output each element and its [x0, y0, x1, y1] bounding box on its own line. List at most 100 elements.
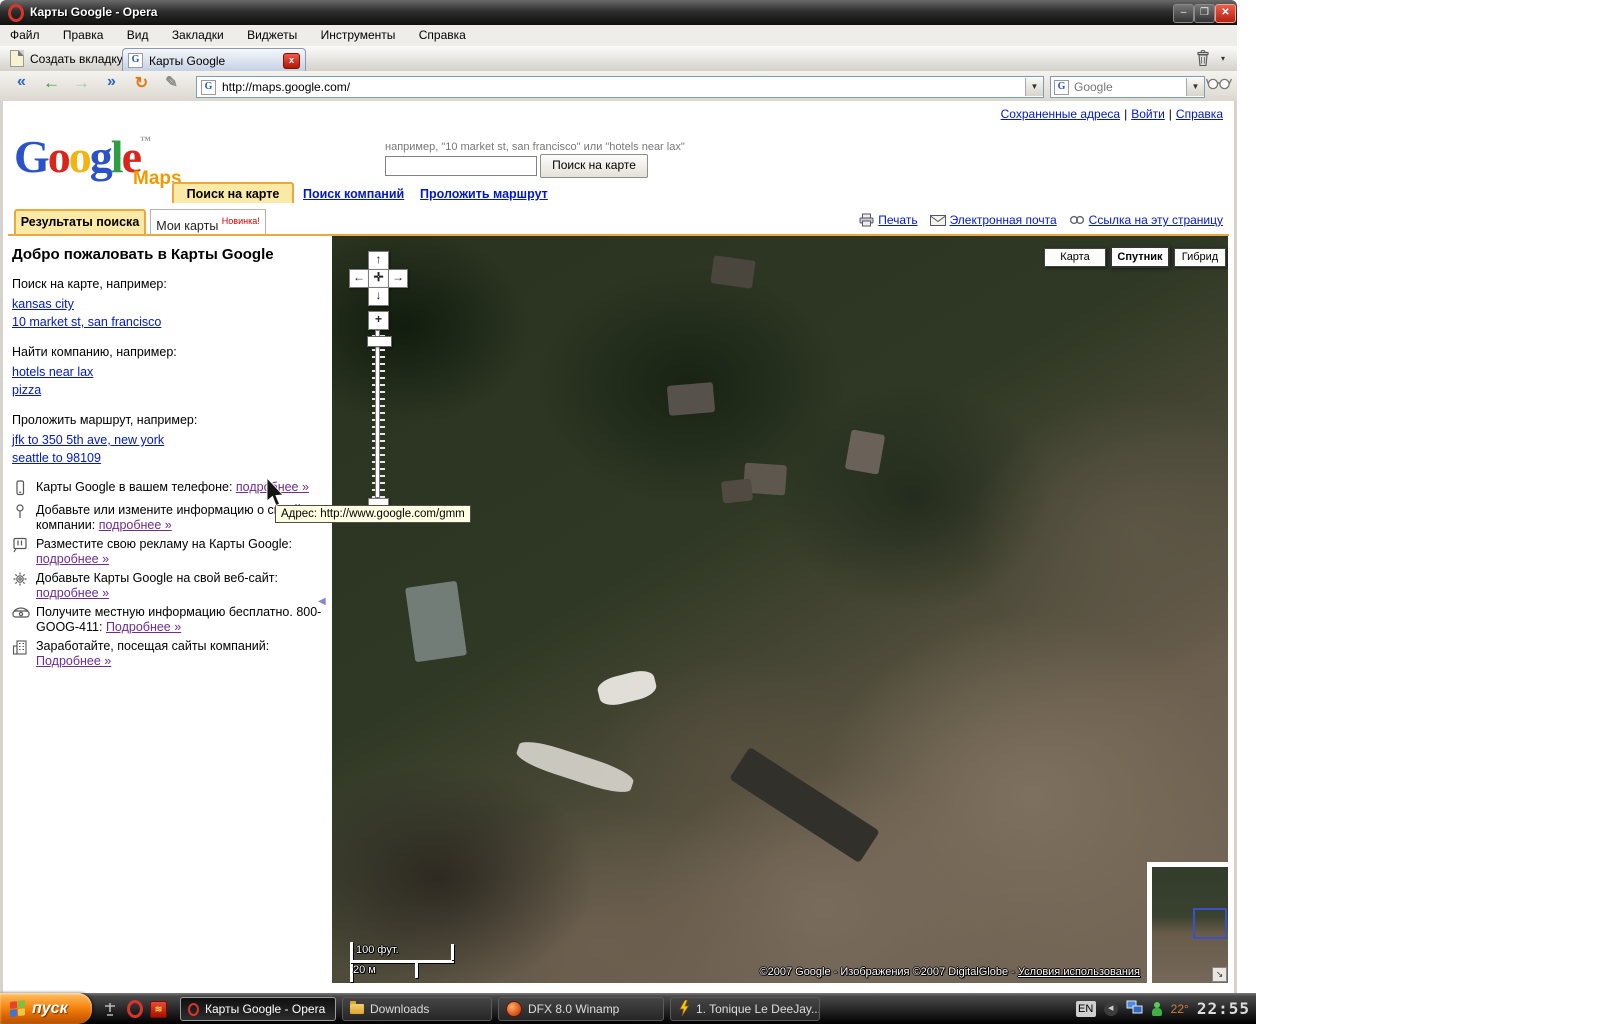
- reload-icon[interactable]: ↻: [128, 73, 155, 98]
- engine-dropdown-icon[interactable]: ▼: [1186, 78, 1204, 96]
- glasses-icon[interactable]: [1206, 75, 1232, 95]
- taskbar: пуск ≋ Карты Google - Opera Downloads DF…: [0, 993, 1256, 1024]
- menu-edit[interactable]: Правка: [53, 25, 114, 45]
- map-type-map-button[interactable]: Карта: [1044, 248, 1106, 267]
- tab-my-maps[interactable]: Мои карты Новинка!: [150, 209, 266, 234]
- network-icon[interactable]: [1126, 1000, 1143, 1018]
- map-search-button[interactable]: Поиск на карте: [540, 154, 648, 178]
- taskbar-button-downloads[interactable]: Downloads: [342, 997, 492, 1021]
- taskbar-button-opera[interactable]: Карты Google - Opera: [180, 997, 336, 1021]
- tab-get-directions[interactable]: Проложить маршрут: [420, 187, 548, 201]
- tab-search-results[interactable]: Результаты поиска: [14, 209, 146, 234]
- rewind-button[interactable]: «: [8, 73, 35, 98]
- menu-file[interactable]: Файл: [0, 25, 50, 45]
- pencil-icon[interactable]: ✎: [158, 73, 185, 98]
- back-button[interactable]: ←: [38, 73, 65, 98]
- search-engine-box[interactable]: G Google ▼: [1050, 76, 1205, 98]
- address-tooltip: Адрес: http://www.google.com/gmm: [275, 505, 471, 523]
- flashget-icon[interactable]: ≋: [150, 1001, 167, 1018]
- tab-maps-google[interactable]: G Карты Google x: [122, 48, 306, 72]
- pan-right-button[interactable]: →: [388, 269, 408, 288]
- example-link[interactable]: seattle to 98109: [12, 451, 101, 465]
- forward-button[interactable]: →: [68, 73, 95, 98]
- minimap-collapse-icon[interactable]: ↘: [1212, 967, 1227, 982]
- url-input[interactable]: [220, 78, 1025, 96]
- local-ads-icon: [12, 537, 36, 568]
- start-button[interactable]: пуск: [0, 993, 92, 1024]
- zoom-in-button[interactable]: +: [368, 311, 389, 330]
- example-link[interactable]: 10 market st, san francisco: [12, 315, 161, 329]
- satellite-map[interactable]: ↑ ← ✛ → ↓ + − Карта Спутник Гибрид 100 ф…: [332, 236, 1228, 983]
- desktop: Карты Google - Opera – ❐ ✕ Файл Правка В…: [0, 0, 1622, 1024]
- scale-meters: 20 м: [353, 964, 376, 976]
- terms-link[interactable]: Условия использования: [1018, 966, 1140, 978]
- print-link[interactable]: Печать: [859, 213, 917, 227]
- messenger-icon[interactable]: [1151, 1002, 1163, 1016]
- tab-search-map[interactable]: Поиск на карте: [172, 182, 294, 203]
- address-bar[interactable]: G ▼: [196, 76, 1044, 98]
- tab-search-businesses[interactable]: Поиск компаний: [303, 187, 404, 201]
- trash-icon[interactable]: [1195, 49, 1211, 70]
- menu-help[interactable]: Справка: [409, 25, 476, 45]
- sidebar-section-directions: Проложить маршрут, например: jfk to 350 …: [12, 413, 324, 467]
- taskbar-button-dfx[interactable]: DFX 8.0 Winamp: [498, 997, 664, 1021]
- language-indicator[interactable]: EN: [1076, 1001, 1096, 1017]
- url-dropdown-icon[interactable]: ▼: [1025, 78, 1043, 96]
- collapse-panel-icon[interactable]: ◀: [318, 596, 326, 607]
- minimize-button[interactable]: –: [1173, 4, 1194, 23]
- trash-dropdown-icon[interactable]: ▾: [1221, 54, 1225, 63]
- temperature-indicator[interactable]: 22°: [1171, 1002, 1189, 1016]
- envelope-icon: [930, 215, 946, 226]
- email-link[interactable]: Электронная почта: [930, 213, 1057, 227]
- example-link[interactable]: pizza: [12, 383, 41, 397]
- pan-left-button[interactable]: ←: [349, 269, 369, 288]
- more-link[interactable]: подробнее »: [99, 518, 172, 532]
- saved-addresses-link[interactable]: Сохраненные адреса: [1001, 107, 1120, 121]
- tab-close-icon[interactable]: x: [283, 53, 300, 69]
- tray-collapse-icon[interactable]: ◀: [1104, 1002, 1118, 1016]
- google-maps-logo: Google™: [14, 130, 151, 183]
- map-type-hybrid-button[interactable]: Гибрид: [1174, 248, 1226, 267]
- menu-widgets[interactable]: Виджеты: [237, 25, 307, 45]
- overview-minimap[interactable]: ↘: [1147, 862, 1228, 983]
- menu-tools[interactable]: Инструменты: [311, 25, 406, 45]
- sign-in-link[interactable]: Войти: [1131, 107, 1165, 121]
- telephone-icon: [12, 605, 36, 636]
- taskbar-button-winamp[interactable]: 1. Tonique Le DeeJay...: [670, 997, 820, 1021]
- more-link[interactable]: Подробнее »: [36, 654, 111, 668]
- new-page-icon: [10, 50, 24, 67]
- menu-bookmarks[interactable]: Закладки: [162, 25, 234, 45]
- more-link[interactable]: подробнее »: [36, 586, 109, 600]
- map-search-input[interactable]: [385, 156, 537, 176]
- windows-logo-icon: [10, 1000, 26, 1018]
- tab-bar: Создать вкладку G Карты Google x ▾: [0, 46, 1237, 71]
- zoom-slider-handle[interactable]: [367, 336, 392, 347]
- map-type-satellite-button[interactable]: Спутник: [1110, 246, 1170, 268]
- more-link[interactable]: Подробнее »: [106, 620, 181, 634]
- more-link[interactable]: подробнее »: [36, 552, 109, 566]
- example-link[interactable]: kansas city: [12, 297, 74, 311]
- link-to-page[interactable]: Ссылка на эту страницу: [1069, 213, 1223, 227]
- help-link[interactable]: Справка: [1176, 107, 1223, 121]
- clock[interactable]: 22:55: [1197, 999, 1250, 1018]
- pan-up-button[interactable]: ↑: [368, 251, 389, 270]
- zoom-slider-track[interactable]: [372, 330, 385, 498]
- restore-button[interactable]: ❐: [1194, 4, 1215, 23]
- close-button[interactable]: ✕: [1215, 4, 1236, 23]
- pan-down-button[interactable]: ↓: [368, 287, 389, 306]
- dfx-icon: [506, 1001, 522, 1017]
- pin-tool-icon[interactable]: [102, 1002, 118, 1019]
- center-map-button[interactable]: ✛: [368, 269, 389, 288]
- opera-quicklaunch-icon[interactable]: [127, 1000, 143, 1018]
- new-tab-button[interactable]: Создать вкладку: [4, 49, 129, 68]
- minimap-viewport[interactable]: [1193, 908, 1227, 939]
- menu-view[interactable]: Вид: [117, 25, 159, 45]
- list-item: Заработайте, посещая сайты компаний: Под…: [12, 639, 324, 670]
- engine-name: Google: [1074, 80, 1181, 94]
- example-link[interactable]: jfk to 350 5th ave, new york: [12, 433, 164, 447]
- title-bar[interactable]: Карты Google - Opera – ❐ ✕: [0, 0, 1237, 25]
- engine-favicon: G: [1054, 80, 1069, 95]
- example-link[interactable]: hotels near lax: [12, 365, 93, 379]
- header-links: Сохраненные адреса|Войти|Справка: [1001, 107, 1223, 121]
- fast-forward-button[interactable]: »: [98, 73, 125, 98]
